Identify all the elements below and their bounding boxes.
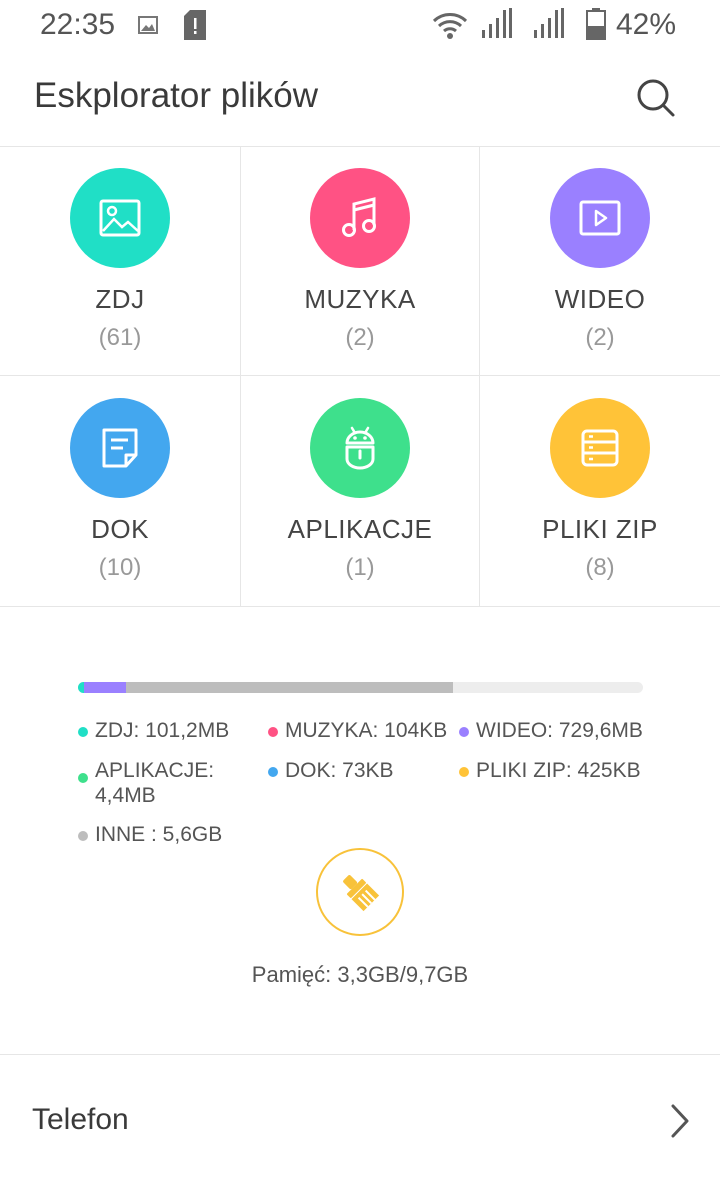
legend-dot — [459, 767, 469, 777]
category-count: (10) — [98, 554, 142, 581]
category-tile-dok[interactable]: DOK (10) — [0, 376, 240, 606]
legend-dot — [268, 767, 278, 777]
legend-text-line2: 4,4MB — [95, 784, 156, 807]
signal-icon — [534, 8, 564, 43]
chevron-right-icon — [671, 1104, 689, 1138]
legend-text: ZDJ: 101,2MB — [95, 719, 230, 742]
category-tile-muzyka[interactable]: MUZYKA (2) — [240, 146, 480, 376]
legend-item-wideo: WIDEO: 729,6MB — [459, 718, 643, 743]
category-count: (2) — [585, 324, 615, 351]
legend-item-zdj: ZDJ: 101,2MB — [78, 718, 229, 743]
phone-storage-row[interactable]: Telefon — [0, 1055, 720, 1184]
legend-text: INNE : 5,6GB — [95, 823, 223, 846]
category-count: (2) — [345, 324, 375, 351]
legend-dot — [459, 727, 469, 737]
android-icon — [345, 426, 375, 470]
search-icon — [637, 79, 675, 117]
category-label: WIDEO — [554, 284, 646, 314]
memory-usage-label: Pamięć: 3,3GB/9,7GB — [251, 962, 469, 987]
category-tile-zdj[interactable]: ZDJ (61) — [0, 146, 240, 376]
category-label: PLIKI ZIP — [542, 514, 658, 544]
signal-icon — [482, 8, 512, 43]
legend-text: MUZYKA: 104KB — [285, 719, 448, 742]
category-count: (8) — [585, 554, 615, 581]
category-label: ZDJ — [95, 284, 145, 314]
category-icon-circle — [550, 168, 650, 268]
document-icon — [102, 428, 138, 468]
legend-dot — [78, 831, 88, 841]
legend-dot — [78, 773, 88, 783]
music-icon — [342, 197, 376, 237]
category-tile-wideo[interactable]: WIDEO (2) — [480, 146, 720, 376]
storage-segment-wideo — [83, 682, 127, 693]
legend-text: PLIKI ZIP: 425KB — [476, 759, 641, 782]
category-count: (1) — [345, 554, 375, 581]
video-icon — [579, 200, 621, 236]
category-icon-circle — [550, 398, 650, 498]
image-icon — [138, 16, 158, 39]
app-bar: Eskplorator plików — [0, 52, 720, 147]
status-bar: 22:35 42% — [0, 0, 720, 52]
legend-item-aplikacje: APLIKACJE: 4,4MB — [78, 758, 214, 808]
archive-icon — [581, 429, 619, 467]
legend-text: WIDEO: 729,6MB — [476, 719, 643, 742]
phone-storage-label: Telefon — [32, 1103, 129, 1136]
storage-segment-inne — [126, 682, 453, 693]
legend-dot — [78, 727, 88, 737]
storage-usage-bar — [78, 682, 643, 693]
sd-card-icon — [184, 10, 206, 45]
legend-item-muzyka: MUZYKA: 104KB — [268, 718, 447, 743]
category-icon-circle — [70, 398, 170, 498]
category-tile-aplikacje[interactable]: APLIKACJE (1) — [240, 376, 480, 606]
page-title: Eskplorator plików — [34, 76, 318, 115]
category-icon-circle — [70, 168, 170, 268]
legend-item-inne: INNE : 5,6GB — [78, 822, 222, 847]
category-icon-circle — [310, 398, 410, 498]
legend-item-pliki-zip: PLIKI ZIP: 425KB — [459, 758, 641, 783]
category-label: DOK — [91, 514, 149, 544]
category-label: APLIKACJE — [287, 514, 433, 544]
status-time: 22:35 — [40, 8, 116, 41]
battery-percentage: 42% — [615, 8, 676, 41]
legend-text: DOK: 73KB — [285, 759, 394, 782]
battery-icon — [586, 8, 606, 45]
legend-text-line1: APLIKACJE: — [95, 759, 215, 782]
category-tile-pliki-zip[interactable]: PLIKI ZIP (8) — [480, 376, 720, 606]
category-icon-circle — [310, 168, 410, 268]
category-label: MUZYKA — [304, 284, 416, 314]
broom-icon — [343, 875, 380, 912]
wifi-icon — [432, 12, 468, 45]
category-grid: ZDJ (61) MUZYKA (2) WIDEO (2) DOK (10) A… — [0, 146, 720, 607]
legend-item-dok: DOK: 73KB — [268, 758, 394, 783]
category-count: (61) — [98, 324, 142, 351]
search-button[interactable] — [632, 74, 680, 122]
legend-dot — [268, 727, 278, 737]
image-icon — [99, 199, 141, 237]
clean-button[interactable] — [316, 848, 404, 936]
